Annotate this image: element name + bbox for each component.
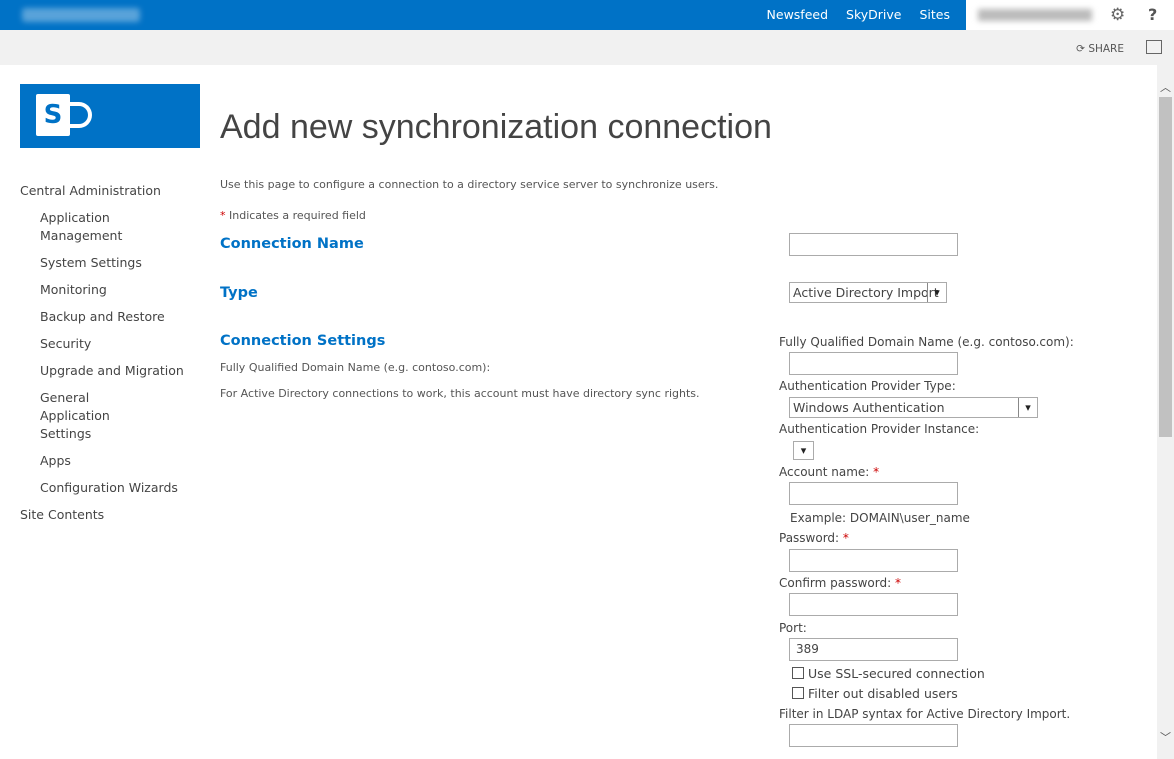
gear-icon[interactable]: ⚙: [1110, 5, 1125, 25]
auth-instance-select[interactable]: ▾: [793, 441, 814, 460]
skydrive-link[interactable]: SkyDrive: [846, 7, 901, 22]
section-connection-settings: Connection Settings: [220, 333, 386, 349]
suite-bar: Newsfeed SkyDrive Sites: [0, 0, 966, 30]
user-menu-blurred[interactable]: [978, 9, 1092, 21]
auth-type-select[interactable]: Windows Authentication ▾: [789, 397, 1038, 418]
page-description: Use this page to configure a connection …: [220, 178, 719, 191]
password-input[interactable]: [789, 549, 958, 572]
fqdn-input[interactable]: [789, 352, 958, 375]
chevron-down-icon[interactable]: ▾: [1018, 398, 1037, 417]
share-label: SHARE: [1088, 43, 1124, 55]
sites-link[interactable]: Sites: [919, 7, 950, 22]
share-button[interactable]: ⟳ SHARE: [1076, 43, 1124, 55]
chevron-down-icon[interactable]: ▾: [794, 442, 813, 459]
ldap-filter-label: Filter in LDAP syntax for Active Directo…: [779, 707, 1071, 721]
quick-launch: Central Administration Application Manag…: [20, 182, 184, 533]
nav-general-application-settings[interactable]: General Application Settings: [20, 389, 160, 443]
required-note: * Indicates a required field: [220, 209, 366, 222]
account-input[interactable]: [789, 482, 958, 505]
sharepoint-logo[interactable]: S: [20, 84, 200, 148]
connection-name-input[interactable]: [789, 233, 958, 256]
ssl-checkbox[interactable]: Use SSL-secured connection: [792, 666, 985, 681]
filter-disabled-label: Filter out disabled users: [808, 686, 958, 701]
section-type: Type: [220, 285, 258, 301]
fqdn-label: Fully Qualified Domain Name (e.g. contos…: [779, 335, 1074, 349]
auth-instance-label: Authentication Provider Instance:: [779, 422, 980, 436]
account-label: Account name: *: [779, 465, 879, 479]
confirm-label-text: Confirm password:: [779, 576, 892, 590]
checkbox-box[interactable]: [792, 667, 804, 679]
nav-backup-restore[interactable]: Backup and Restore: [20, 308, 184, 326]
filter-disabled-checkbox[interactable]: Filter out disabled users: [792, 686, 958, 701]
account-label-text: Account name:: [779, 465, 870, 479]
chevron-down-icon[interactable]: ▾: [927, 283, 946, 302]
page-title: Add new synchronization connection: [220, 108, 772, 146]
auth-type-value: Windows Authentication: [793, 400, 945, 415]
required-mark: *: [873, 465, 880, 479]
nav-upgrade-migration[interactable]: Upgrade and Migration: [20, 362, 184, 380]
ssl-label: Use SSL-secured connection: [808, 666, 985, 681]
nav-site-contents[interactable]: Site Contents: [20, 506, 184, 524]
nav-monitoring[interactable]: Monitoring: [20, 281, 184, 299]
password-label-text: Password:: [779, 531, 840, 545]
nav-system-settings[interactable]: System Settings: [20, 254, 184, 272]
connection-settings-desc-1: Fully Qualified Domain Name (e.g. contos…: [220, 361, 491, 374]
nav-configuration-wizards[interactable]: Configuration Wizards: [20, 479, 184, 497]
vertical-scrollbar[interactable]: ︿ ﹀: [1157, 65, 1174, 759]
scroll-up-icon[interactable]: ︿: [1160, 79, 1171, 95]
newsfeed-link[interactable]: Newsfeed: [767, 7, 829, 22]
checkbox-box[interactable]: [792, 687, 804, 699]
app-title-blurred[interactable]: [22, 8, 140, 22]
required-mark: *: [894, 576, 901, 590]
ribbon-bar: ⟳ SHARE: [0, 30, 1174, 65]
connection-settings-desc-2: For Active Directory connections to work…: [220, 387, 700, 400]
confirm-password-label: Confirm password: *: [779, 576, 901, 590]
nav-security[interactable]: Security: [20, 335, 184, 353]
port-label: Port:: [779, 621, 807, 635]
nav-apps[interactable]: Apps: [20, 452, 184, 470]
port-input[interactable]: 389: [789, 638, 958, 661]
required-mark: *: [842, 531, 849, 545]
user-area: ⚙ ?: [966, 0, 1174, 30]
type-value: Active Directory Import: [793, 285, 939, 300]
type-select[interactable]: Active Directory Import ▾: [789, 282, 947, 303]
required-mark: *: [220, 209, 226, 222]
password-label: Password: *: [779, 531, 849, 545]
account-example: Example: DOMAIN\user_name: [790, 511, 970, 525]
scrollbar-thumb[interactable]: [1159, 97, 1172, 437]
nav-application-management[interactable]: Application Management: [20, 209, 150, 245]
ldap-filter-input[interactable]: [789, 724, 958, 747]
auth-type-label: Authentication Provider Type:: [779, 379, 956, 393]
scroll-down-icon[interactable]: ﹀: [1160, 729, 1171, 745]
section-connection-name: Connection Name: [220, 236, 364, 252]
nav-central-administration[interactable]: Central Administration: [20, 182, 184, 200]
focus-content-icon[interactable]: [1146, 40, 1162, 54]
help-icon[interactable]: ?: [1148, 5, 1157, 24]
confirm-password-input[interactable]: [789, 593, 958, 616]
required-note-text: Indicates a required field: [229, 209, 366, 222]
